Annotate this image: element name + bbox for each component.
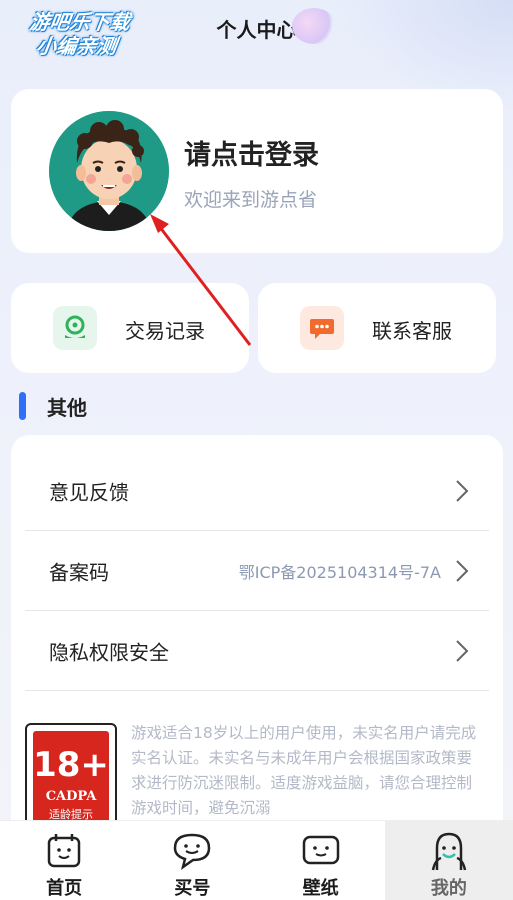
list-item-label: 隐私权限安全 — [49, 640, 169, 664]
tab-buy-account[interactable]: 买号 — [128, 821, 256, 900]
avatar-illustration — [49, 111, 169, 231]
icp-number: 鄂ICP备2025104314号-7A — [238, 562, 441, 582]
tab-wallpaper[interactable]: 壁纸 — [257, 821, 385, 900]
list-item-icp[interactable]: 备案码 鄂ICP备2025104314号-7A — [25, 531, 489, 611]
transaction-record-icon — [53, 306, 97, 350]
age-rating-code: CADPA — [45, 789, 97, 804]
customer-service-icon — [300, 306, 344, 350]
customer-service-label: 联系客服 — [372, 319, 452, 343]
page-title: 个人中心 — [216, 17, 297, 42]
avatar[interactable] — [49, 111, 169, 231]
profile-icon — [429, 829, 469, 872]
list-item-label: 备案码 — [49, 560, 109, 584]
chevron-right-icon — [456, 479, 469, 502]
tab-label: 买号 — [174, 878, 211, 899]
customer-service-button[interactable]: 联系客服 — [258, 283, 496, 373]
tab-home[interactable]: 首页 — [0, 821, 128, 900]
transaction-record-button[interactable]: 交易记录 — [11, 283, 249, 373]
list-item-label: 意见反馈 — [49, 480, 129, 504]
login-prompt[interactable]: 请点击登录 — [184, 133, 319, 172]
age-rating-value: 18+ — [33, 745, 109, 785]
section-title: 其他 — [47, 396, 87, 420]
welcome-text: 欢迎来到游点省 — [184, 189, 318, 211]
section-accent-bar — [19, 392, 26, 420]
tab-label: 首页 — [46, 878, 83, 899]
tab-profile[interactable]: 我的 — [384, 821, 513, 900]
transaction-record-label: 交易记录 — [125, 319, 205, 343]
settings-list: 意见反馈 备案码 鄂ICP备2025104314号-7A 隐私权限安全 18+ … — [11, 435, 503, 855]
profile-card[interactable]: 请点击登录 欢迎来到游点省 — [11, 89, 503, 253]
bottom-tab-bar: 首页 买号 壁纸 我的 — [0, 820, 513, 900]
age-notice-text: 游戏适合18岁以上的用户使用，未实名用户请完成实名认证。未实名与未成年用户会根据… — [131, 724, 477, 817]
wallpaper-icon — [301, 829, 341, 872]
list-item-privacy[interactable]: 隐私权限安全 — [25, 611, 489, 691]
decorative-bubble — [292, 8, 336, 44]
chevron-right-icon — [456, 559, 469, 582]
buy-account-icon — [171, 829, 213, 872]
list-item-feedback[interactable]: 意见反馈 — [25, 451, 489, 531]
tab-label: 壁纸 — [302, 878, 339, 899]
tab-label: 我的 — [430, 878, 467, 899]
chevron-right-icon — [456, 639, 469, 662]
header: 个人中心 — [0, 0, 513, 60]
home-icon — [45, 829, 83, 872]
